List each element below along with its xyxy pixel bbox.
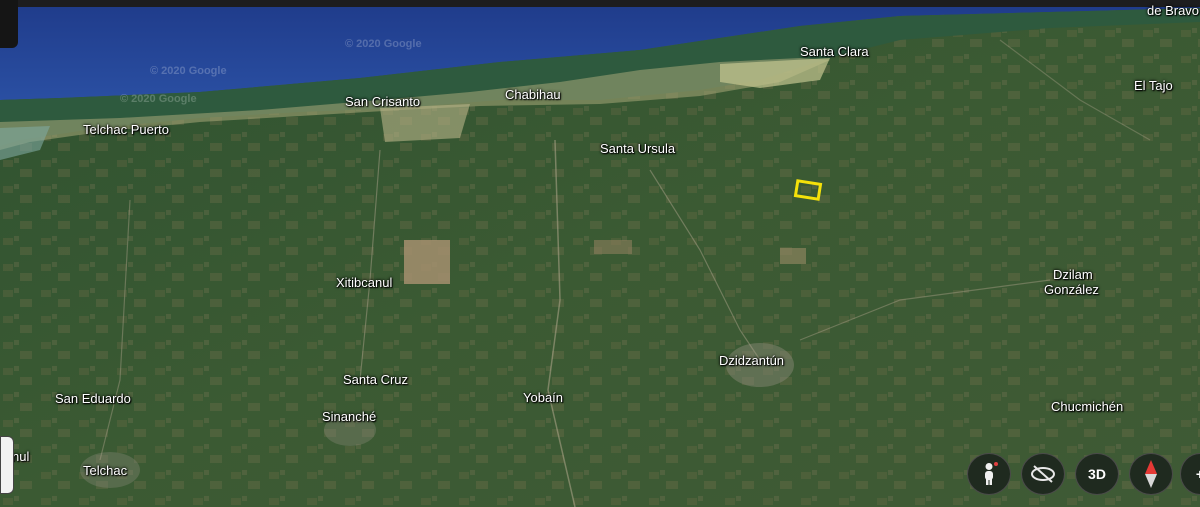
tilt-button[interactable] [1021, 453, 1065, 495]
place-label[interactable]: Sinanché [322, 409, 376, 424]
compass-icon [1145, 460, 1157, 488]
pegman-icon [985, 462, 998, 485]
top-window-bar [0, 0, 1200, 7]
copyright-label: © 2020 Google [345, 38, 422, 50]
copyright-label: © 2020 Google [120, 93, 197, 105]
property-boundary-marker[interactable] [793, 179, 823, 201]
3d-toggle-button[interactable]: 3D [1075, 453, 1119, 495]
copyright-label: © 2020 Google [150, 65, 227, 77]
place-label[interactable]: San Crisanto [345, 94, 420, 109]
place-label[interactable]: Santa Cruz [343, 372, 408, 387]
place-label[interactable]: Telchac [83, 463, 127, 478]
place-label[interactable]: Dzilam [1053, 267, 1093, 282]
place-label[interactable]: Dzidzantún [719, 353, 784, 368]
place-label[interactable]: Yobaín [523, 390, 563, 405]
place-label[interactable]: Santa Ursula [600, 141, 675, 156]
side-panel-tab[interactable] [0, 0, 18, 48]
place-label[interactable]: San Eduardo [55, 391, 131, 406]
place-label[interactable]: González [1044, 282, 1099, 297]
pegman-button[interactable] [967, 453, 1011, 495]
map-view[interactable]: © 2020 Google © 2020 Google © 2020 Googl… [0, 0, 1200, 507]
place-label[interactable]: Chucmichén [1051, 399, 1123, 414]
place-label[interactable]: El Tajo [1134, 78, 1173, 93]
place-label[interactable]: Chabihau [505, 87, 561, 102]
place-label[interactable]: de Bravo [1147, 3, 1199, 18]
place-label[interactable]: Santa Clara [800, 44, 869, 59]
street-view-widget[interactable] [0, 436, 14, 494]
tilt-icon [1031, 465, 1055, 483]
place-label[interactable]: Telchac Puerto [83, 122, 169, 137]
compass-button[interactable] [1129, 453, 1173, 495]
place-label[interactable]: nul [12, 449, 29, 464]
place-label[interactable]: Xitibcanul [336, 275, 392, 290]
